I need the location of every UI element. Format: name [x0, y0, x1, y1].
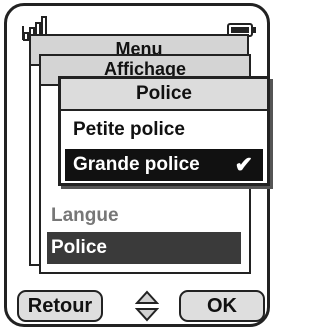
list-item-font[interactable]: Police	[47, 232, 241, 264]
up-down-arrows-icon[interactable]	[135, 290, 159, 322]
option-small-font[interactable]: Petite police	[65, 114, 263, 146]
option-label: Grande police	[73, 154, 200, 175]
check-icon: ✔	[234, 152, 253, 177]
font-popup: Police Petite police Grande police ✔	[58, 76, 270, 186]
ok-button[interactable]: OK	[179, 290, 265, 322]
back-button[interactable]: Retour	[17, 290, 103, 322]
list-item-language[interactable]: Langue	[47, 200, 241, 232]
popup-title: Police	[61, 79, 267, 111]
option-large-font[interactable]: Grande police ✔	[65, 149, 263, 181]
option-label: Petite police	[73, 119, 185, 140]
display-menu-list: Langue Police	[47, 200, 241, 264]
phone-screen: Menu Affichage Langue Police Police Peti…	[4, 3, 270, 327]
